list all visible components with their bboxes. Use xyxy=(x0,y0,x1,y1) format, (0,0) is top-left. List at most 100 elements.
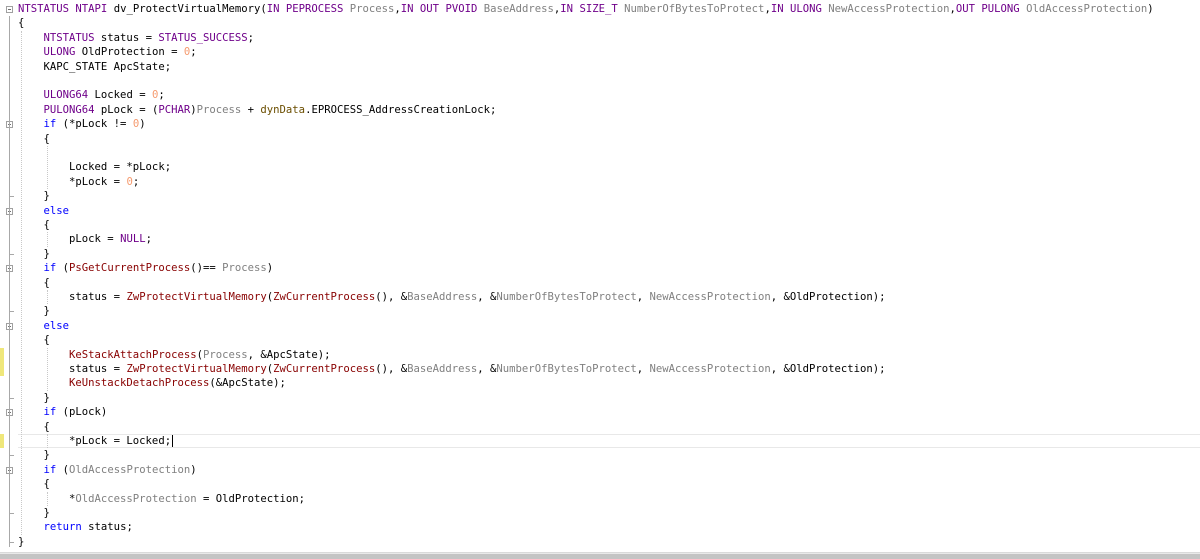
code-line[interactable]: } xyxy=(18,304,50,318)
code-token: PsGetCurrentProcess xyxy=(69,262,191,275)
code-token: OUT xyxy=(419,3,440,15)
code-line[interactable]: Locked = *pLock; xyxy=(18,160,171,174)
code-line[interactable]: { xyxy=(18,477,50,491)
code-token: ) xyxy=(139,118,146,131)
code-token: NumberOfBytesToProtect xyxy=(624,3,765,15)
code-line[interactable]: KAPC_STATE ApcState; xyxy=(18,60,172,74)
code-token: ()== xyxy=(190,262,223,275)
code-token: Locked = xyxy=(88,89,152,102)
code-token: if xyxy=(43,463,57,476)
code-line[interactable]: ULONG64 Locked = 0; xyxy=(18,88,165,102)
code-line[interactable]: pLock = NULL; xyxy=(18,232,152,246)
code-line[interactable]: KeUnstackDetachProcess(&ApcState); xyxy=(18,376,286,390)
code-token: if xyxy=(43,118,57,131)
code-token: ) xyxy=(1147,3,1154,15)
code-token: ) xyxy=(266,262,274,275)
code-line[interactable]: } xyxy=(18,247,50,261)
code-editor[interactable]: NTSTATUS NTAPI dv_ProtectVirtualMemory(I… xyxy=(0,0,1200,552)
code-token: NTAPI xyxy=(75,3,108,15)
code-line[interactable]: } xyxy=(18,535,24,549)
code-token: dv_ProtectVirtualMemory( xyxy=(107,3,267,15)
code-token: ULONG xyxy=(43,46,76,59)
code-token: { xyxy=(18,420,50,433)
horizontal-scrollbar[interactable] xyxy=(0,552,1200,559)
code-token: NumberOfBytesToProtect xyxy=(496,291,637,303)
code-token: PCHAR xyxy=(158,103,191,116)
code-token: { xyxy=(18,219,50,231)
code-token: NTSTATUS xyxy=(43,31,95,44)
fold-end-tick xyxy=(9,397,14,399)
code-line[interactable]: PULONG64 pLock = (PCHAR)Process + dynDat… xyxy=(18,103,497,117)
code-line[interactable]: else xyxy=(18,204,70,218)
code-line[interactable]: status = ZwProtectVirtualMemory(ZwCurren… xyxy=(18,290,886,304)
code-token: status = xyxy=(18,363,127,375)
code-token: } xyxy=(18,507,50,519)
code-token: ZwCurrentProcess xyxy=(273,363,376,375)
code-token: PVOID xyxy=(445,3,478,15)
code-line[interactable]: else xyxy=(18,319,70,333)
code-token: KeStackAttachProcess xyxy=(69,348,197,361)
code-line[interactable]: { xyxy=(18,218,50,232)
code-line[interactable]: if (PsGetCurrentProcess()== Process) xyxy=(18,261,274,275)
code-line[interactable]: *pLock = 0; xyxy=(18,175,139,189)
code-token: Process xyxy=(349,3,395,15)
code-token: { xyxy=(18,276,50,289)
code-line[interactable]: *OldAccessProtection = OldProtection; xyxy=(18,492,305,506)
code-token: KAPC_STATE ApcState; xyxy=(18,60,172,73)
code-token: Process xyxy=(202,348,248,361)
code-line[interactable]: { xyxy=(18,132,50,146)
code-line[interactable]: NTSTATUS status = STATUS_SUCCESS; xyxy=(18,31,255,45)
code-line[interactable]: ULONG OldProtection = 0; xyxy=(18,45,197,59)
code-line[interactable]: *pLock = Locked; xyxy=(18,434,171,448)
code-token: { xyxy=(18,334,50,347)
code-line[interactable]: { xyxy=(18,16,24,30)
code-line[interactable]: return status; xyxy=(18,520,133,534)
code-line[interactable]: { xyxy=(18,420,50,434)
code-line[interactable]: } xyxy=(18,448,50,462)
code-token: { xyxy=(18,478,50,491)
code-token: return xyxy=(43,521,82,534)
code-token: IN xyxy=(266,3,280,15)
code-token: ZwProtectVirtualMemory xyxy=(126,291,267,303)
code-token: ( xyxy=(56,463,70,476)
fold-end-tick xyxy=(9,311,14,313)
code-token: OUT xyxy=(955,3,975,15)
fold-end-tick xyxy=(9,455,14,457)
code-token: ; xyxy=(247,31,255,44)
code-token: pLock = xyxy=(18,233,121,246)
code-token: , &ApcState); xyxy=(247,348,331,361)
code-token: ) xyxy=(190,463,197,476)
scrollbar-thumb[interactable] xyxy=(0,554,1200,559)
fold-end-tick xyxy=(9,196,14,198)
fold-end-tick xyxy=(9,541,14,543)
text-caret xyxy=(171,435,173,448)
code-line[interactable]: status = ZwProtectVirtualMemory(ZwCurren… xyxy=(18,362,886,376)
code-token: *pLock = xyxy=(18,175,127,188)
code-line[interactable]: if (pLock) xyxy=(18,405,108,419)
code-token: PEPROCESS xyxy=(285,3,344,15)
code-line[interactable]: KeStackAttachProcess(Process, &ApcState)… xyxy=(18,348,331,362)
code-line[interactable]: } xyxy=(18,391,50,405)
code-line[interactable]: if (OldAccessProtection) xyxy=(18,463,197,477)
code-token: ; xyxy=(190,46,197,59)
change-marker xyxy=(0,434,4,449)
code-token: ULONG xyxy=(790,3,822,15)
code-line[interactable]: { xyxy=(18,276,50,290)
code-token: BaseAddress xyxy=(407,363,478,375)
code-line[interactable]: { xyxy=(18,333,50,347)
code-token: NULL xyxy=(120,233,146,246)
code-token: Process xyxy=(196,103,242,116)
code-line[interactable]: NTSTATUS NTAPI dv_ProtectVirtualMemory(I… xyxy=(18,2,1154,16)
code-line[interactable]: if (*pLock != 0) xyxy=(18,117,146,131)
code-token: (pLock) xyxy=(56,406,108,419)
fold-region-line xyxy=(9,16,10,548)
code-line[interactable]: } xyxy=(18,506,50,520)
code-token: } xyxy=(18,190,50,203)
code-line[interactable]: } xyxy=(18,189,50,203)
code-token: } xyxy=(18,391,50,404)
collapse-icon[interactable] xyxy=(6,6,13,13)
